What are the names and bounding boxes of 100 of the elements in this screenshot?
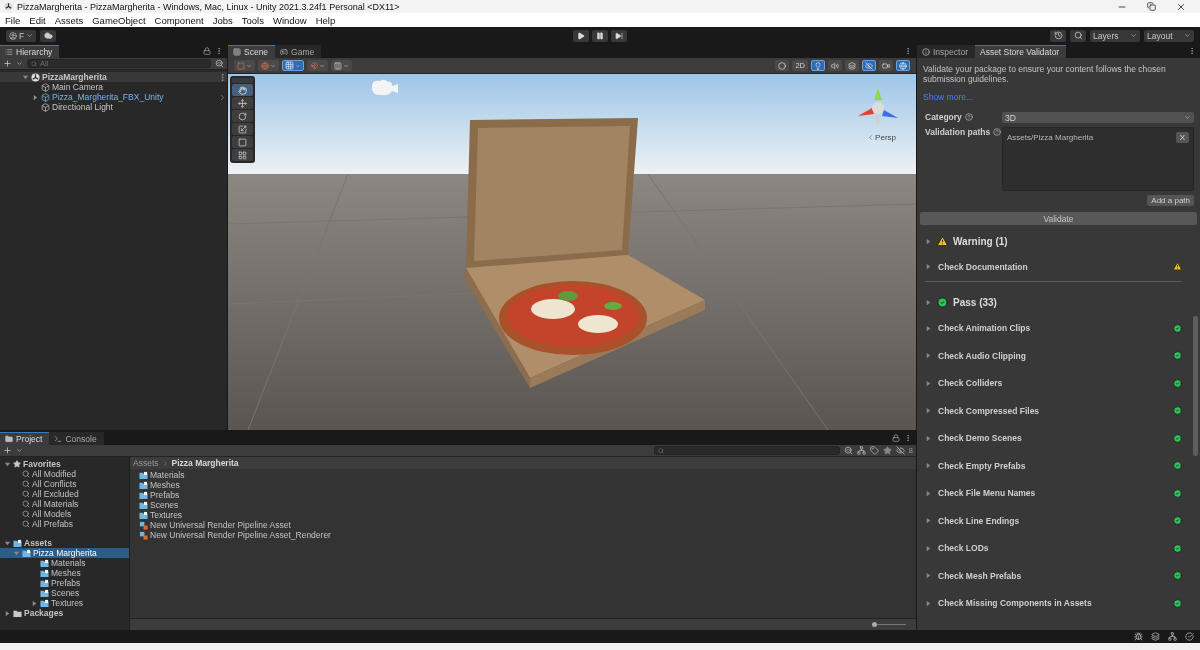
lock-icon[interactable] xyxy=(892,434,900,442)
result-group-title[interactable]: Warning (1) xyxy=(953,235,1008,247)
tool-button[interactable] xyxy=(232,84,253,96)
project-tree-item[interactable]: Prefabs xyxy=(0,578,129,588)
play-button[interactable] xyxy=(573,29,589,42)
more-options-icon[interactable] xyxy=(1188,47,1196,55)
view-tab[interactable]: Game xyxy=(275,45,322,58)
project-tree-item[interactable]: Scenes xyxy=(0,588,129,598)
foldout-arrow-icon[interactable] xyxy=(925,237,932,245)
foldout-arrow-icon[interactable] xyxy=(925,489,932,497)
check-name[interactable]: Check Mesh Prefabs xyxy=(938,570,1167,581)
search-options-icon[interactable] xyxy=(843,446,853,455)
project-tree-item[interactable]: All Excluded xyxy=(0,489,129,499)
remove-path-button[interactable]: X xyxy=(1175,132,1189,143)
foldout-arrow-icon[interactable] xyxy=(31,599,38,607)
check-name[interactable]: Check Missing Components in Assets xyxy=(938,598,1167,609)
close-icon[interactable] xyxy=(1176,1,1186,12)
project-tree-item[interactable]: All Prefabs xyxy=(0,519,129,529)
project-tree-item[interactable]: Materials xyxy=(0,558,129,568)
project-tree-item[interactable]: Packages xyxy=(0,608,129,618)
stack-icon[interactable] xyxy=(1151,632,1160,641)
scene-view-button[interactable] xyxy=(845,60,859,71)
project-tree-item[interactable]: All Modified xyxy=(0,469,129,479)
history-button[interactable] xyxy=(1050,29,1066,42)
tool-button[interactable] xyxy=(232,123,253,135)
breadcrumb-item[interactable]: Assets xyxy=(133,458,159,468)
layers-dropdown[interactable]: Layers xyxy=(1090,29,1140,42)
scene-view-button[interactable] xyxy=(811,60,825,71)
check-name[interactable]: Check File Menu Names xyxy=(938,488,1167,499)
hierarchy-item[interactable]: Main Camera xyxy=(0,82,227,92)
scene-view-button[interactable] xyxy=(828,60,842,71)
scene-tool-button[interactable] xyxy=(282,60,304,71)
panel-tab[interactable]: Project xyxy=(0,432,50,445)
chevron-right-icon[interactable] xyxy=(218,92,227,102)
plus-icon[interactable] xyxy=(3,59,12,68)
project-file-item[interactable]: New Universal Render Pipeline Asset_Renderer xyxy=(139,530,916,540)
caret-icon[interactable] xyxy=(16,60,23,67)
panel-tab[interactable]: Console xyxy=(49,432,104,445)
menu-item[interactable]: GameObject xyxy=(92,14,146,26)
scene-view-button[interactable] xyxy=(879,60,893,71)
tool-button[interactable] xyxy=(232,97,253,109)
caret-icon[interactable] xyxy=(16,447,23,454)
project-tree-item[interactable]: Meshes xyxy=(0,568,129,578)
check-name[interactable]: Check Demo Scenes xyxy=(938,433,1167,444)
menu-item[interactable]: Window xyxy=(272,14,307,26)
inspector-tab[interactable]: Asset Store Validator xyxy=(974,45,1067,58)
foldout-arrow-icon[interactable] xyxy=(925,434,932,442)
check-name[interactable]: Check Colliders xyxy=(938,378,1167,389)
project-tree-item[interactable]: All Models xyxy=(0,509,129,519)
project-tree-item[interactable]: All Conflicts xyxy=(0,479,129,489)
add-path-button[interactable]: Add a path xyxy=(1147,195,1194,206)
project-tree-item[interactable]: All Materials xyxy=(0,499,129,509)
lock-icon[interactable] xyxy=(203,47,211,55)
cloud-button[interactable] xyxy=(40,29,57,42)
pause-button[interactable] xyxy=(592,29,608,42)
validate-button[interactable]: Validate xyxy=(920,212,1197,225)
plus-icon[interactable] xyxy=(3,446,12,455)
tool-button[interactable] xyxy=(232,110,253,122)
menu-item[interactable]: Tools xyxy=(241,14,264,26)
restore-icon[interactable] xyxy=(1147,2,1156,11)
result-group-title[interactable]: Pass (33) xyxy=(953,297,997,308)
check-name[interactable]: Check Documentation xyxy=(938,261,1167,272)
check-name[interactable]: Check Compressed Files xyxy=(938,405,1167,416)
hierarchy-item[interactable]: Pizza_Margherita_FBX_Unity xyxy=(0,92,227,102)
breadcrumb-item[interactable]: Pizza Margherita xyxy=(171,458,239,468)
project-file-item[interactable]: Meshes xyxy=(139,480,916,490)
inspector-tab[interactable]: Inspector xyxy=(917,45,975,58)
project-file-item[interactable]: Prefabs xyxy=(139,490,916,500)
foldout-arrow-icon[interactable] xyxy=(925,462,932,470)
label-filter-icon[interactable] xyxy=(869,446,879,455)
tool-button[interactable] xyxy=(232,149,253,161)
debug-icon[interactable] xyxy=(1134,632,1143,641)
foldout-arrow-icon[interactable] xyxy=(22,73,29,81)
search-field[interactable] xyxy=(653,446,840,455)
scene-view-button[interactable] xyxy=(896,60,910,71)
scene-view-button[interactable] xyxy=(862,60,876,71)
menu-item[interactable]: Assets xyxy=(54,14,84,26)
foldout-arrow-icon[interactable] xyxy=(925,352,932,360)
check-name[interactable]: Check Line Endings xyxy=(938,515,1167,526)
foldout-arrow-icon[interactable] xyxy=(4,609,11,617)
star-icon[interactable] xyxy=(882,446,892,455)
foldout-arrow-icon[interactable] xyxy=(925,572,932,580)
menu-item[interactable]: Help xyxy=(315,14,336,26)
project-file-item[interactable]: New Universal Render Pipeline Asset xyxy=(139,520,916,530)
foldout-arrow-icon[interactable] xyxy=(925,544,932,552)
hidden-packages-icon[interactable] xyxy=(895,446,905,455)
foldout-arrow-icon[interactable] xyxy=(4,460,11,468)
project-tree-item[interactable]: Assets xyxy=(0,538,129,548)
menu-item[interactable]: Jobs xyxy=(212,14,233,26)
check-name[interactable]: Check Empty Prefabs xyxy=(938,460,1167,471)
more-options-icon[interactable] xyxy=(904,434,912,442)
foldout-arrow-icon[interactable] xyxy=(925,299,932,306)
scene-tool-button[interactable] xyxy=(331,60,352,71)
foldout-arrow-icon[interactable] xyxy=(32,93,39,101)
foldout-arrow-icon[interactable] xyxy=(925,517,932,525)
menu-item[interactable]: File xyxy=(5,14,21,26)
foldout-arrow-icon[interactable] xyxy=(925,324,932,332)
search-options-icon[interactable] xyxy=(215,59,224,68)
foldout-arrow-icon[interactable] xyxy=(4,539,11,547)
check-name[interactable]: Check Audio Clipping xyxy=(938,350,1167,361)
